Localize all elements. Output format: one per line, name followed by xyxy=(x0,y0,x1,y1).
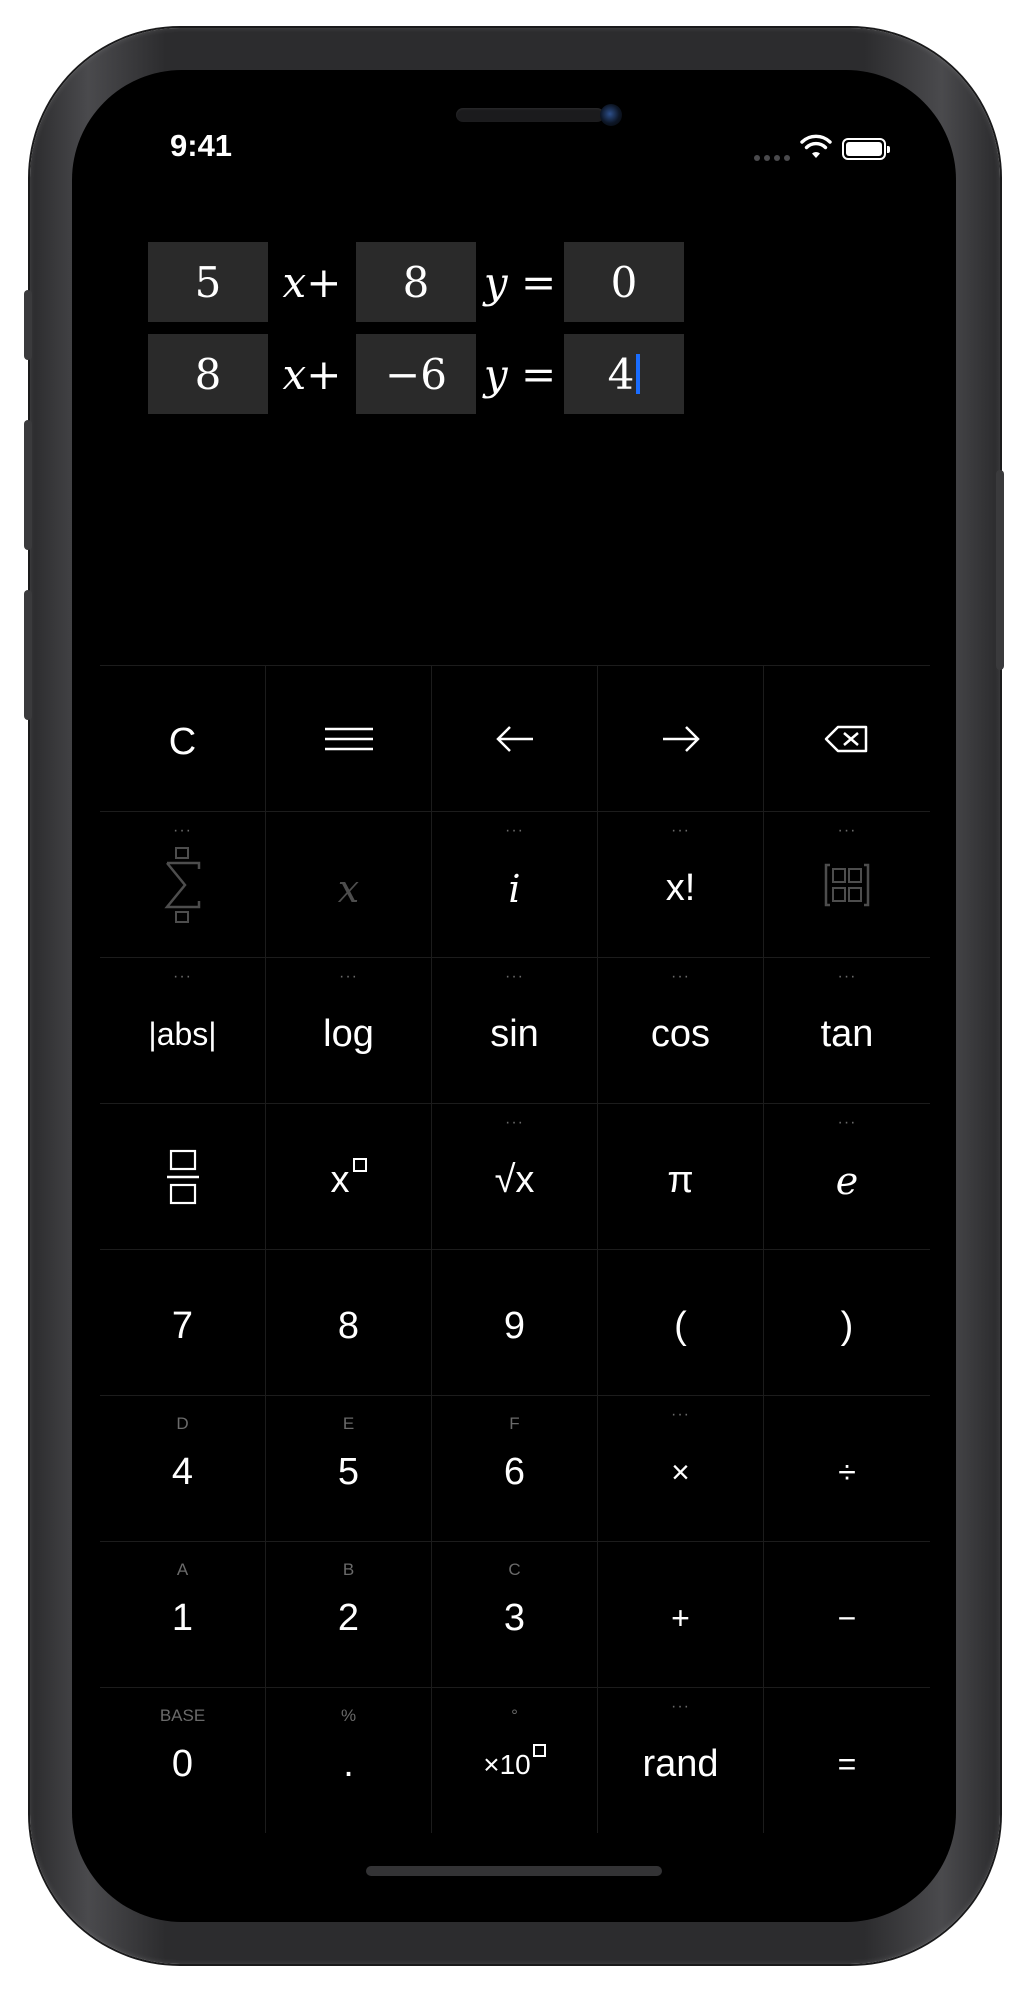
operator-x-plus: x+ xyxy=(282,257,342,307)
constant-1[interactable]: 0 xyxy=(564,242,684,322)
tan-button[interactable]: ··· tan xyxy=(764,958,930,1103)
minus-button[interactable]: − xyxy=(764,1542,930,1687)
keypad-row-1: C xyxy=(100,666,930,812)
matrix-button[interactable]: ··· xyxy=(764,812,930,957)
matrix-icon xyxy=(824,863,870,906)
text-caret xyxy=(636,354,641,394)
digit-5-button[interactable]: E 5 xyxy=(266,1396,432,1541)
coefficient-y-2[interactable]: −6 xyxy=(356,334,476,414)
coefficient-x-1[interactable]: 5 xyxy=(148,242,268,322)
signal-icon xyxy=(754,155,790,161)
home-indicator[interactable] xyxy=(366,1866,662,1876)
digit-0-button[interactable]: BASE 0 xyxy=(100,1688,266,1833)
random-button[interactable]: ··· rand xyxy=(598,1688,764,1833)
status-time: 9:41 xyxy=(170,128,233,163)
mute-switch xyxy=(24,290,32,360)
summation-icon xyxy=(163,846,200,923)
keypad: C ··· x ··· i ··· x! ··· ··· |abs| ··· l… xyxy=(100,665,930,1833)
cursor-left-button[interactable] xyxy=(432,666,598,811)
summation-button[interactable]: ··· xyxy=(100,812,266,957)
divide-button[interactable]: ÷ xyxy=(764,1396,930,1541)
keypad-row-4: x ··· √x π ··· e xyxy=(100,1104,930,1250)
operator-x-plus: x+ xyxy=(282,349,342,399)
cos-button[interactable]: ··· cos xyxy=(598,958,764,1103)
cursor-right-button[interactable] xyxy=(598,666,764,811)
operator-y-equals: y = xyxy=(483,349,557,399)
speaker-grille xyxy=(456,108,604,122)
operator-y-equals: y = xyxy=(483,257,557,307)
imaginary-button[interactable]: ··· i xyxy=(432,812,598,957)
sin-button[interactable]: ··· sin xyxy=(432,958,598,1103)
digit-2-button[interactable]: B 2 xyxy=(266,1542,432,1687)
multiply-button[interactable]: ··· × xyxy=(598,1396,764,1541)
power-button xyxy=(996,470,1004,670)
constant-2[interactable]: 4 xyxy=(564,334,684,414)
plus-button[interactable]: + xyxy=(598,1542,764,1687)
open-paren-button[interactable]: ( xyxy=(598,1250,764,1395)
equation-row-1: 5 x+ 8 y = 0 xyxy=(148,242,684,322)
wifi-icon xyxy=(800,134,832,158)
volume-down-button xyxy=(24,590,32,720)
coefficient-y-1[interactable]: 8 xyxy=(356,242,476,322)
backspace-icon xyxy=(824,725,868,752)
front-camera xyxy=(600,104,622,126)
backspace-button[interactable] xyxy=(764,666,930,811)
arrow-left-icon xyxy=(495,725,533,752)
arrow-right-icon xyxy=(662,725,700,752)
fraction-icon xyxy=(166,1149,199,1204)
fraction-button[interactable] xyxy=(100,1104,266,1249)
scientific-notation-button[interactable]: ° ×10 xyxy=(432,1688,598,1833)
exponent-placeholder-icon xyxy=(532,1744,546,1757)
variable-button[interactable]: x xyxy=(266,812,432,957)
constant-2-value: 4 xyxy=(607,349,635,399)
volume-up-button xyxy=(24,420,32,550)
sqrt-button[interactable]: ··· √x xyxy=(432,1104,598,1249)
power-button[interactable]: x xyxy=(266,1104,432,1249)
equals-button[interactable]: = xyxy=(764,1688,930,1833)
keypad-row-6: D 4 E 5 F 6 ··· × ÷ xyxy=(100,1396,930,1542)
digit-9-button[interactable]: 9 xyxy=(432,1250,598,1395)
keypad-row-3: ··· |abs| ··· log ··· sin ··· cos ··· ta… xyxy=(100,958,930,1104)
digit-7-button[interactable]: 7 xyxy=(100,1250,266,1395)
euler-button[interactable]: ··· e xyxy=(764,1104,930,1249)
digit-3-button[interactable]: C 3 xyxy=(432,1542,598,1687)
close-paren-button[interactable]: ) xyxy=(764,1250,930,1395)
digit-1-button[interactable]: A 1 xyxy=(100,1542,266,1687)
exponent-placeholder-icon xyxy=(352,1157,367,1172)
coefficient-x-2[interactable]: 8 xyxy=(148,334,268,414)
digit-6-button[interactable]: F 6 xyxy=(432,1396,598,1541)
keypad-row-8: BASE 0 % . ° ×10 ··· rand = xyxy=(100,1688,930,1833)
clear-button[interactable]: C xyxy=(100,666,266,811)
menu-button[interactable] xyxy=(266,666,432,811)
keypad-row-7: A 1 B 2 C 3 + − xyxy=(100,1542,930,1688)
keypad-row-5: 7 8 9 ( ) xyxy=(100,1250,930,1396)
pi-button[interactable]: π xyxy=(598,1104,764,1249)
menu-icon xyxy=(324,727,373,750)
abs-button[interactable]: ··· |abs| xyxy=(100,958,266,1103)
equation-row-2: 8 x+ −6 y = 4 xyxy=(148,334,684,414)
battery-icon xyxy=(842,138,890,160)
keypad-row-2: ··· x ··· i ··· x! ··· xyxy=(100,812,930,958)
digit-4-button[interactable]: D 4 xyxy=(100,1396,266,1541)
decimal-point-button[interactable]: % . xyxy=(266,1688,432,1833)
digit-8-button[interactable]: 8 xyxy=(266,1250,432,1395)
log-button[interactable]: ··· log xyxy=(266,958,432,1103)
factorial-button[interactable]: ··· x! xyxy=(598,812,764,957)
